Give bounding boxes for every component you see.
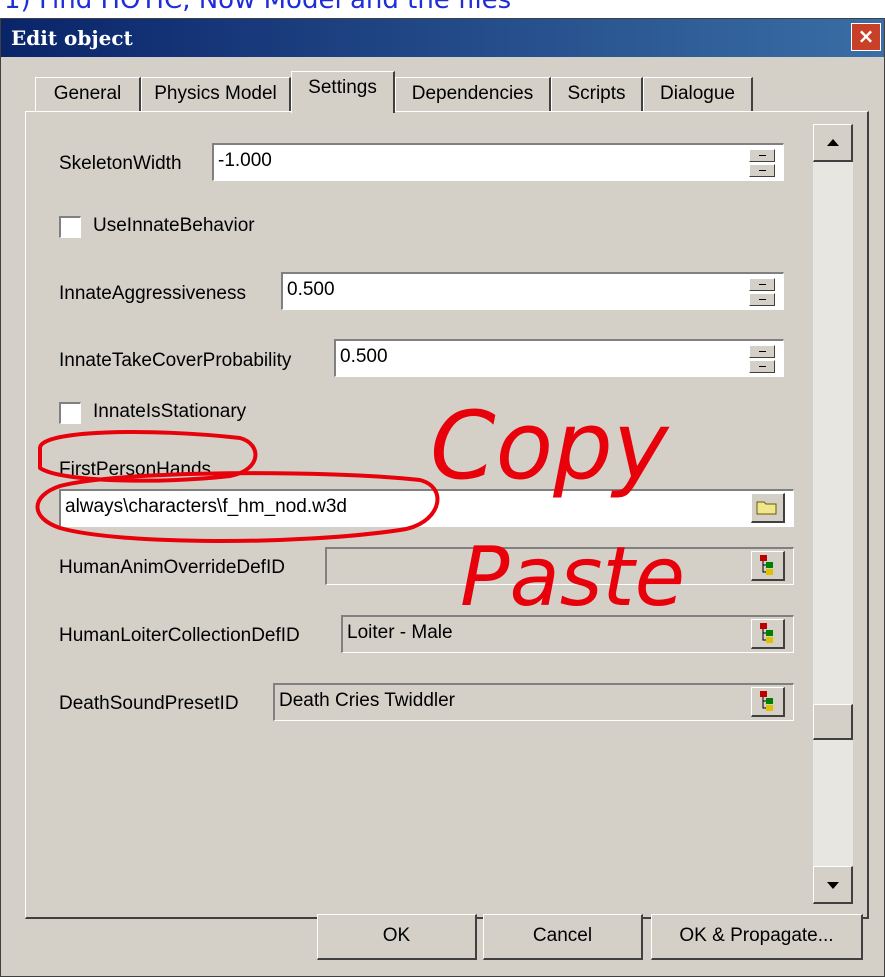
spin-down-button[interactable] [749,293,775,306]
browse-button[interactable] [751,493,785,523]
tab-dependencies[interactable]: Dependencies [395,77,551,111]
tab-general[interactable]: General [35,77,141,111]
spin-down-button[interactable] [749,360,775,373]
scroll-down-button[interactable] [813,866,853,904]
human-loiter-field[interactable]: Loiter - Male [341,615,794,653]
tab-settings[interactable]: Settings [291,71,395,113]
innate-take-cover-label: InnateTakeCoverProbability [59,350,292,371]
use-innate-behavior-label: UseInnateBehavior [93,215,255,236]
human-anim-override-field[interactable] [325,547,794,585]
death-sound-label: DeathSoundPresetID [59,693,239,714]
spin-down-button[interactable] [749,164,775,177]
spin-up-button[interactable] [749,149,775,162]
death-sound-value: Death Cries Twiddler [279,690,456,711]
skeleton-width-field[interactable]: -1.000 [212,143,784,181]
ok-propagate-button[interactable]: OK & Propagate... [651,914,863,960]
close-icon[interactable]: × [851,23,881,51]
edit-object-dialog: Edit object × General Physics Model Sett… [0,18,885,977]
cancel-button[interactable]: Cancel [483,914,643,960]
innate-take-cover-value: 0.500 [340,346,388,367]
skeleton-width-spinner[interactable] [749,149,775,177]
first-person-hands-label: FirstPersonHands [59,459,212,480]
scroll-down-icon [827,882,839,889]
innate-take-cover-field[interactable]: 0.500 [334,339,784,377]
human-anim-override-label: HumanAnimOverrideDefID [59,557,285,578]
ok-button[interactable]: OK [317,914,477,960]
innate-aggressiveness-field[interactable]: 0.500 [281,272,784,310]
first-person-hands-value: always\characters\f_hm_nod.w3d [65,496,347,517]
innate-aggressiveness-value: 0.500 [287,279,335,300]
first-person-hands-field[interactable]: always\characters\f_hm_nod.w3d [59,489,794,527]
top-overlay-strip: 1) Find HOTIC, Now Model and the files [0,0,885,18]
innate-take-cover-spinner[interactable] [749,345,775,373]
scroll-up-button[interactable] [813,124,853,162]
window-title: Edit object [11,26,133,50]
overlay-text: 1) Find HOTIC, Now Model and the files [4,0,512,15]
tree-picker-icon [760,623,773,643]
tree-picker-icon [760,555,773,575]
innate-aggressiveness-spinner[interactable] [749,278,775,306]
death-sound-field[interactable]: Death Cries Twiddler [273,683,794,721]
death-sound-picker-button[interactable] [751,687,785,717]
tab-dialogue[interactable]: Dialogue [643,77,753,111]
human-loiter-label: HumanLoiterCollectionDefID [59,625,300,646]
skeleton-width-label: SkeletonWidth [59,153,182,174]
innate-is-stationary-checkbox[interactable] [59,402,81,424]
spin-up-button[interactable] [749,278,775,291]
innate-aggressiveness-label: InnateAggressiveness [59,283,246,304]
tab-physics-model[interactable]: Physics Model [141,77,291,111]
scroll-thumb[interactable] [813,704,853,740]
human-anim-override-picker-button[interactable] [751,551,785,581]
tab-scripts[interactable]: Scripts [551,77,643,111]
folder-icon [756,501,777,515]
human-loiter-picker-button[interactable] [751,619,785,649]
human-loiter-value: Loiter - Male [347,622,453,643]
innate-is-stationary-label: InnateIsStationary [93,401,247,422]
scroll-up-icon [827,139,839,146]
skeleton-width-value: -1.000 [218,150,272,171]
spin-up-button[interactable] [749,345,775,358]
use-innate-behavior-checkbox[interactable] [59,216,81,238]
tree-picker-icon [760,691,773,711]
title-bar: Edit object × [1,19,884,57]
vertical-scrollbar[interactable] [813,124,853,904]
